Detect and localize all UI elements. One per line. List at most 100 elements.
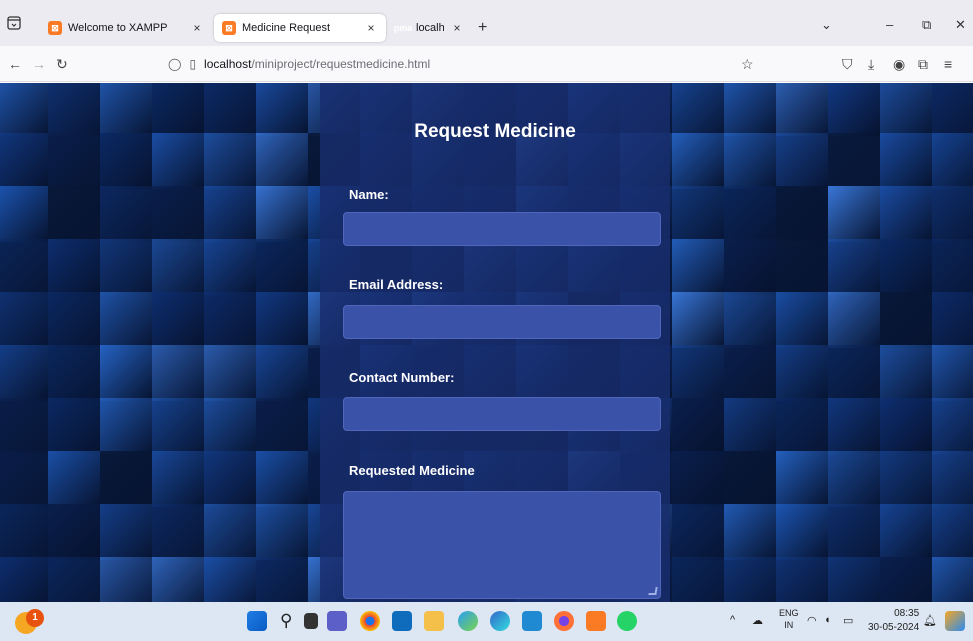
close-tab-icon[interactable]: × (190, 21, 204, 35)
background-tile (672, 345, 724, 401)
vscode-icon[interactable] (522, 611, 542, 631)
chrome-icon[interactable] (360, 611, 380, 631)
background-tile (672, 398, 724, 454)
task-view-icon[interactable] (304, 613, 318, 629)
background-tile (100, 83, 152, 136)
background-tile (100, 504, 152, 560)
background-tile (48, 83, 100, 136)
downloads-icon[interactable]: ⤓ (868, 56, 874, 73)
background-tile (0, 186, 48, 242)
background-tile (204, 186, 256, 242)
background-tile (152, 451, 204, 507)
forward-icon[interactable]: → (32, 56, 46, 72)
background-tile (100, 292, 152, 348)
background-tile (0, 83, 48, 136)
background-tile (880, 133, 932, 189)
background-tile (828, 398, 880, 454)
medicine-textarea[interactable] (343, 491, 661, 599)
background-tile (100, 398, 152, 454)
language-indicator[interactable]: ENG IN (779, 607, 799, 631)
xbox-game-icon[interactable] (458, 611, 478, 631)
minimize-icon[interactable]: – (886, 17, 893, 32)
wifi-icon[interactable]: ◠ (807, 614, 817, 627)
background-tile (152, 83, 204, 136)
pocket-icon[interactable]: ⛉ (842, 56, 853, 73)
background-tile (776, 451, 828, 507)
url-bar[interactable]: ◯ ▯ localhost/miniproject/requestmedicin… (168, 51, 768, 77)
background-tile (724, 451, 776, 507)
background-tile (256, 83, 308, 136)
background-tile (828, 133, 880, 189)
file-explorer-icon[interactable] (424, 611, 444, 631)
background-tile (256, 186, 308, 242)
reload-icon[interactable]: ↻ (56, 56, 68, 73)
background-tile (48, 239, 100, 295)
background-tile (0, 239, 48, 295)
edge-icon[interactable] (490, 611, 510, 631)
notification-bell-icon[interactable]: 🔔︎ (923, 614, 937, 627)
onedrive-icon[interactable]: ☁ (752, 614, 763, 627)
firefox-icon[interactable] (554, 611, 574, 631)
background-tile (724, 83, 776, 136)
background-tile (152, 239, 204, 295)
background-tile (828, 186, 880, 242)
background-tile (100, 186, 152, 242)
new-tab-button[interactable]: + (478, 19, 487, 37)
battery-icon[interactable]: ▭ (843, 614, 853, 627)
tab-medicine-request[interactable]: ⊠ Medicine Request × (214, 14, 386, 42)
email-input[interactable] (343, 305, 661, 339)
name-input[interactable] (343, 212, 661, 246)
bookmark-star-icon[interactable]: ☆ (741, 56, 754, 73)
search-icon[interactable]: ⚲ (280, 611, 300, 631)
restore-icon[interactable]: ⧉ (922, 17, 931, 33)
store-icon[interactable] (392, 611, 412, 631)
account-icon[interactable]: ◉ (893, 56, 905, 73)
page-icon: ▯ (189, 57, 197, 71)
copilot-icon[interactable] (945, 611, 965, 631)
teams-icon[interactable] (327, 611, 347, 631)
tab-welcome-xampp[interactable]: ⊠ Welcome to XAMPP × (40, 14, 212, 42)
background-tile (932, 451, 973, 507)
background-tile (0, 504, 48, 560)
background-tile (48, 557, 100, 602)
tab-list-icon[interactable] (6, 15, 22, 31)
background-tile (932, 292, 973, 348)
background-tile (776, 398, 828, 454)
background-tile (204, 557, 256, 602)
show-hidden-icons[interactable]: ^ (730, 614, 735, 626)
volume-icon[interactable]: ◖ (824, 614, 831, 626)
background-tile (932, 398, 973, 454)
tab-phpmyadmin[interactable]: pma localhost / 127.0.0.1 / bharath_i × (388, 14, 472, 42)
whatsapp-icon[interactable] (617, 611, 637, 631)
shield-icon[interactable]: ◯ (168, 57, 181, 71)
background-tile (100, 133, 152, 189)
background-tile (932, 557, 973, 602)
background-tile (880, 345, 932, 401)
back-icon[interactable]: ← (8, 56, 22, 72)
background-tile (204, 292, 256, 348)
menu-icon[interactable]: ≡ (944, 56, 952, 72)
background-tile (152, 398, 204, 454)
contact-input[interactable] (343, 397, 661, 431)
url-host: localhost (204, 57, 252, 71)
list-all-tabs-icon[interactable]: ⌄ (821, 17, 832, 33)
background-tile (672, 186, 724, 242)
background-tile (100, 557, 152, 602)
background-tile (48, 504, 100, 560)
notification-badge: 1 (26, 609, 44, 627)
xampp-icon: ⊠ (48, 21, 62, 35)
extensions-icon[interactable]: ⧉ (918, 56, 928, 73)
start-icon[interactable] (247, 611, 267, 631)
clock[interactable]: 08:35 30-05-2024 (868, 607, 919, 635)
background-tile (152, 186, 204, 242)
background-tile (256, 292, 308, 348)
background-tile (672, 504, 724, 560)
background-tile (152, 133, 204, 189)
close-window-icon[interactable]: ✕ (955, 17, 966, 33)
phpmyadmin-icon: pma (393, 23, 413, 33)
background-tile (100, 239, 152, 295)
close-tab-icon[interactable]: × (450, 21, 464, 35)
xampp-taskbar-icon[interactable] (586, 611, 606, 631)
close-tab-icon[interactable]: × (364, 21, 378, 35)
resize-handle-icon[interactable] (648, 587, 658, 595)
